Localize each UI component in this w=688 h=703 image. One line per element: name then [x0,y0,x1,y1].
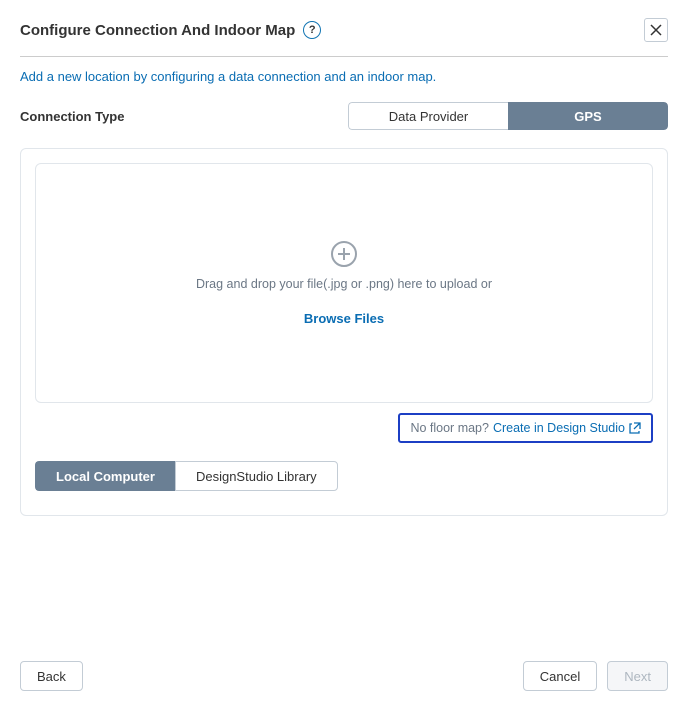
help-icon[interactable]: ? [303,21,321,39]
tab-local-computer[interactable]: Local Computer [35,461,175,491]
back-button[interactable]: Back [20,661,83,691]
footer: Back Cancel Next [20,661,668,691]
close-button[interactable] [644,18,668,42]
studio-question-text: No floor map? [410,421,489,435]
next-button: Next [607,661,668,691]
divider [20,56,668,57]
close-icon [650,24,662,36]
drop-instruction: Drag and drop your file(.jpg or .png) he… [196,277,492,291]
upload-card: Drag and drop your file(.jpg or .png) he… [20,148,668,516]
external-link-icon [629,422,641,434]
browse-files-link[interactable]: Browse Files [304,311,384,326]
studio-link-label: Create in Design Studio [493,421,625,435]
file-dropzone[interactable]: Drag and drop your file(.jpg or .png) he… [35,163,653,403]
page-title: Configure Connection And Indoor Map [20,22,295,39]
tab-designstudio-library[interactable]: DesignStudio Library [175,461,338,491]
source-tabs: Local Computer DesignStudio Library [35,461,653,491]
connection-option-data-provider[interactable]: Data Provider [348,102,508,130]
create-in-design-studio-link[interactable]: Create in Design Studio [493,421,641,435]
connection-option-gps[interactable]: GPS [508,102,668,130]
cancel-button[interactable]: Cancel [523,661,597,691]
design-studio-callout: No floor map? Create in Design Studio [398,413,653,443]
connection-type-label: Connection Type [20,109,124,124]
add-file-icon [331,241,357,267]
connection-type-toggle: Data Provider GPS [348,102,668,130]
header: Configure Connection And Indoor Map ? [20,18,668,42]
subtitle-text: Add a new location by configuring a data… [20,69,668,84]
